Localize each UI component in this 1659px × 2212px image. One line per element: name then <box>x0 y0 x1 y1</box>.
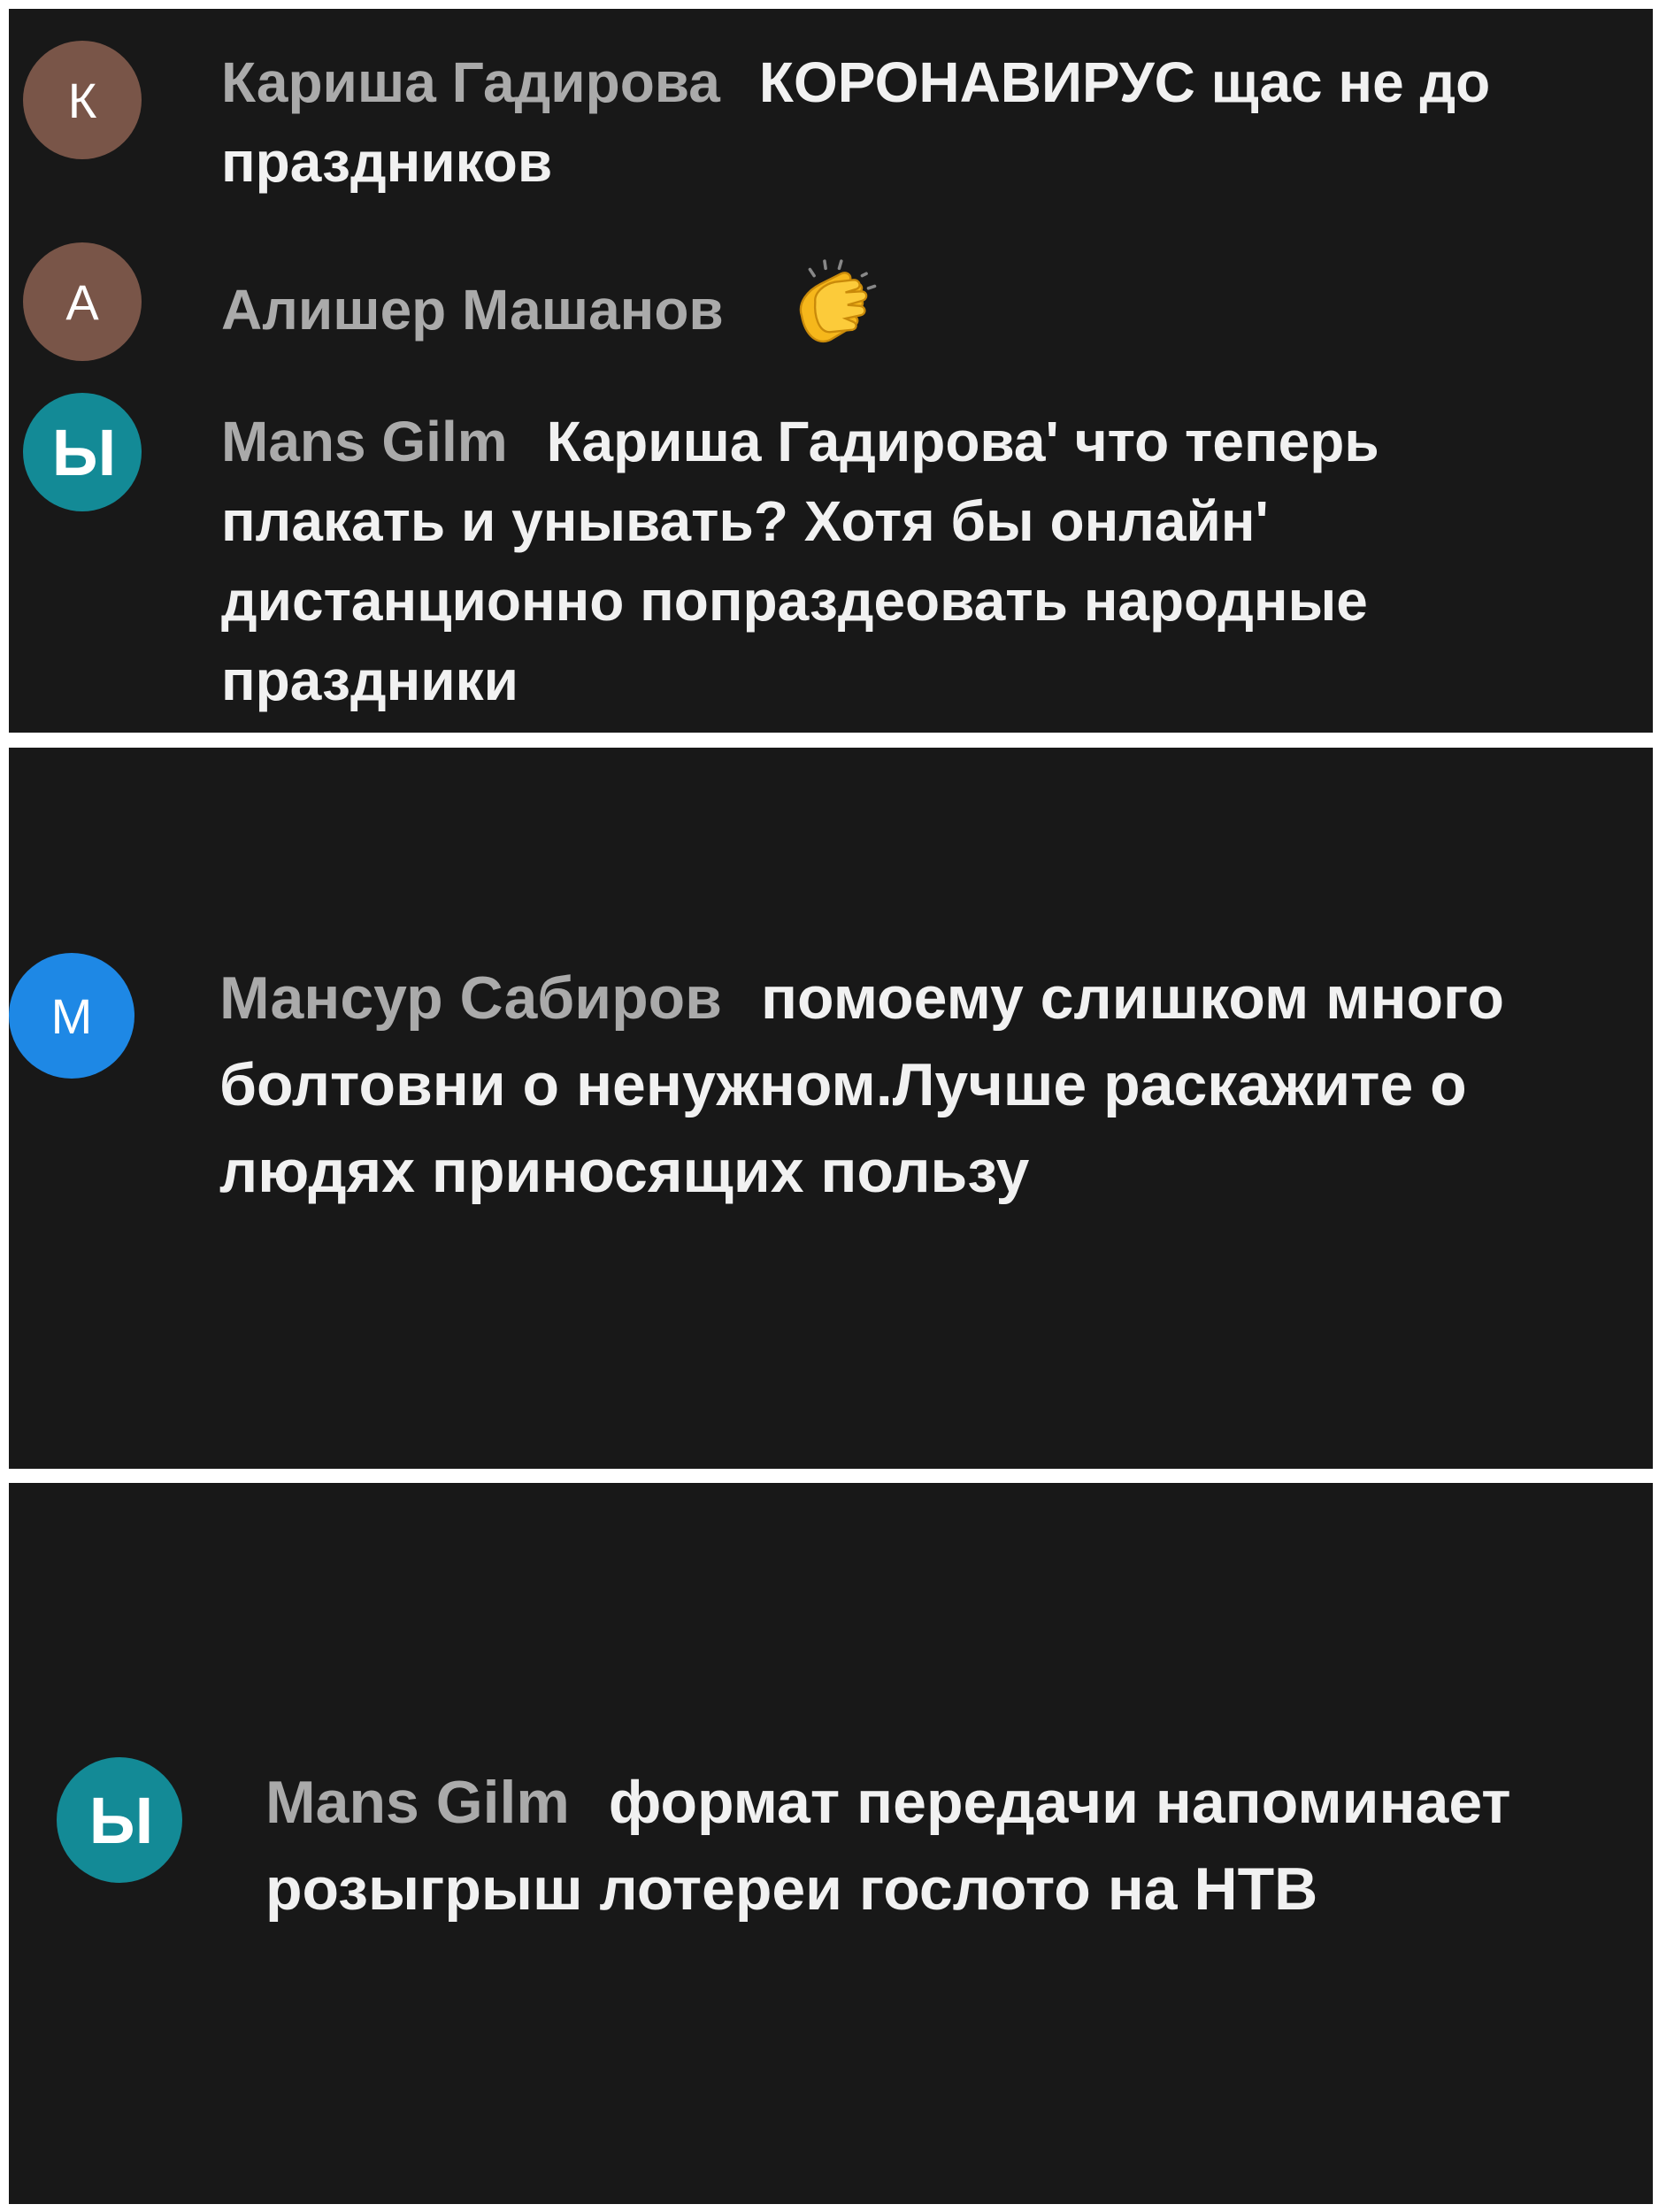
avatar-letter: Ы <box>88 1783 153 1857</box>
comment-panel-2: М Мансур Сабиров помоему слишком много бо… <box>9 748 1653 1469</box>
clapping-hands-icon <box>799 259 877 343</box>
avatar-mansur[interactable]: М <box>9 953 134 1079</box>
comment-body: Mans Gilm формат передачи напоминает розы… <box>265 1759 1628 1932</box>
comment-body: Мансур Сабиров помоему слишком много болт… <box>219 955 1653 1215</box>
comment-author[interactable]: Mans Gilm <box>221 410 508 473</box>
avatar-mans-gilm[interactable]: Ы <box>57 1757 182 1883</box>
avatar-mans-gilm[interactable]: Ы <box>23 393 142 511</box>
avatar-letter: К <box>67 72 97 128</box>
comment-panel-3: Ы Mans Gilm формат передачи напоминает ро… <box>9 1483 1653 2204</box>
avatar-alisher[interactable]: А <box>23 242 142 361</box>
avatar-letter: М <box>50 987 93 1044</box>
comment-body: Алишер Машанов <box>221 259 1637 366</box>
comment-author[interactable]: Mans Gilm <box>265 1769 570 1836</box>
avatar-letter: А <box>65 273 99 330</box>
comment-panel-1: К Кариша Гадирова КОРОНАВИРУС щас не до п… <box>9 9 1653 733</box>
comment-author[interactable]: Алишер Машанов <box>221 278 724 342</box>
comment-body: Кариша Гадирова КОРОНАВИРУС щас не до пра… <box>221 42 1637 202</box>
comment-author[interactable]: Кариша Гадирова <box>221 50 720 114</box>
avatar-karisha[interactable]: К <box>23 41 142 159</box>
comment-author[interactable]: Мансур Сабиров <box>219 964 722 1032</box>
comment-body: Mans Gilm Кариша Гадирова' что теперь пла… <box>221 402 1478 720</box>
avatar-letter: Ы <box>51 415 116 489</box>
